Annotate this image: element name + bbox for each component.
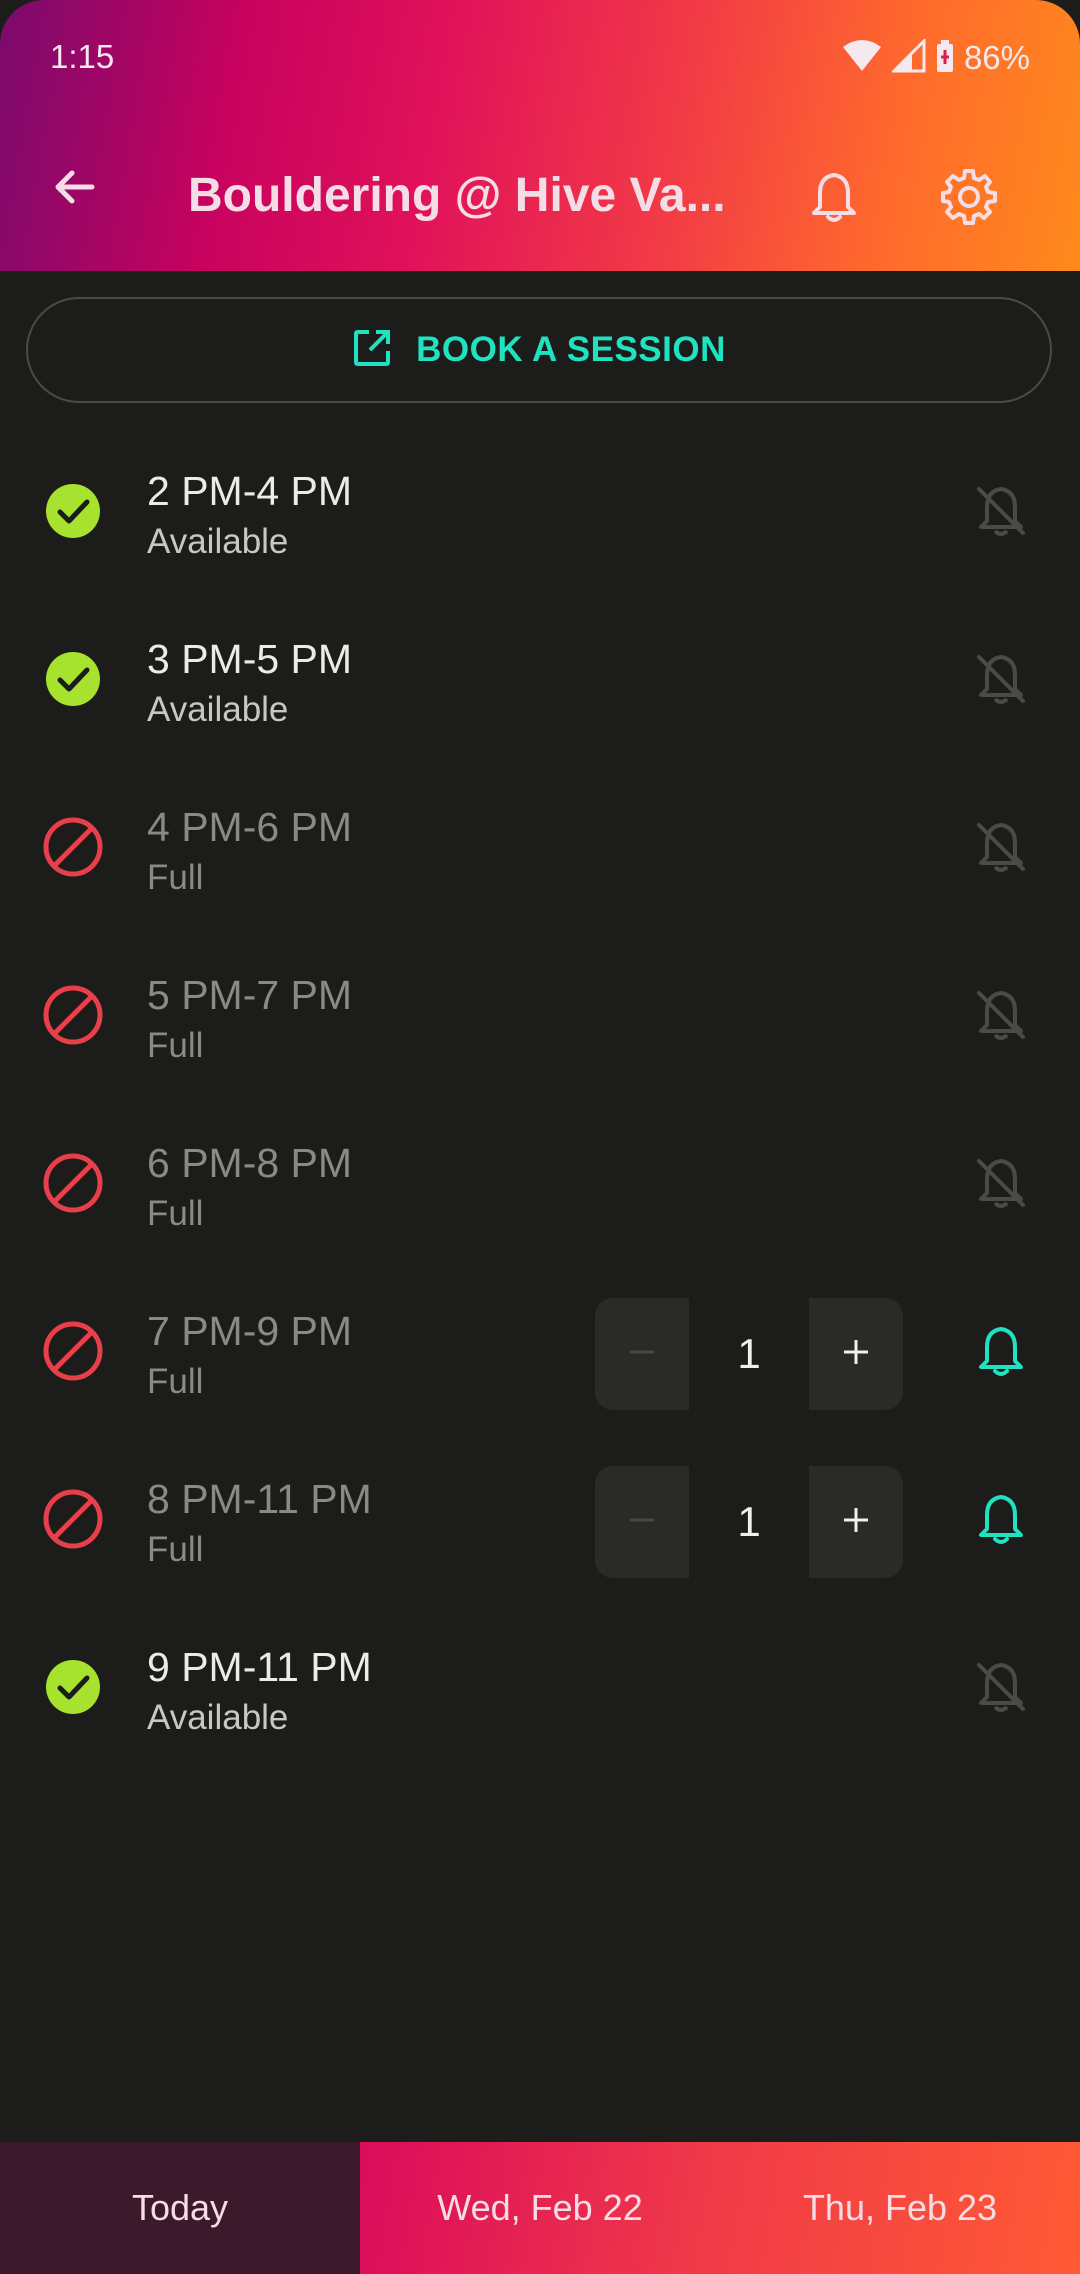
page-title: Bouldering @ Hive Va...	[188, 169, 726, 222]
tab-wed-feb-22[interactable]: Wed, Feb 22	[360, 2142, 720, 2274]
slot-time: 9 PM-11 PM	[147, 1644, 372, 1690]
bell-off-icon[interactable]	[970, 648, 1032, 710]
bell-icon[interactable]	[970, 1320, 1032, 1382]
notifications-button[interactable]	[800, 165, 868, 233]
slot-row[interactable]: 2 PM-4 PM Available	[0, 430, 1080, 598]
plus-icon	[841, 1337, 871, 1372]
slot-status: Full	[147, 1026, 204, 1065]
slot-time: 3 PM-5 PM	[147, 636, 353, 682]
bell-icon[interactable]	[970, 1488, 1032, 1550]
slot-time: 5 PM-7 PM	[147, 972, 353, 1018]
minus-icon	[627, 1337, 657, 1372]
status-time: 1:15	[50, 38, 115, 75]
tab-today[interactable]: Today	[0, 2142, 360, 2274]
toolbar: Bouldering @ Hive Va...	[0, 140, 1080, 250]
block-icon	[42, 1320, 104, 1382]
slot-row[interactable]: 9 PM-11 PM Available	[0, 1606, 1080, 1774]
book-session-label: BOOK A SESSION	[416, 330, 726, 369]
block-icon	[42, 1152, 104, 1214]
slot-status: Full	[147, 858, 204, 897]
status-icons: 86%	[842, 36, 1030, 80]
slot-status: Full	[147, 1362, 204, 1401]
plus-icon	[841, 1505, 871, 1540]
slot-time: 2 PM-4 PM	[147, 468, 353, 514]
battery-icon	[936, 39, 954, 78]
slot-row[interactable]: 4 PM-6 PM Full	[0, 766, 1080, 934]
slot-time: 8 PM-11 PM	[147, 1476, 372, 1522]
tab-thu-feb-23[interactable]: Thu, Feb 23	[720, 2142, 1080, 2274]
settings-button[interactable]	[935, 165, 1003, 233]
slot-row[interactable]: 3 PM-5 PM Available	[0, 598, 1080, 766]
slot-status: Full	[147, 1194, 204, 1233]
battery-percentage: 86%	[963, 39, 1030, 76]
slot-status: Available	[147, 1698, 289, 1737]
check-circle-icon	[42, 1656, 104, 1718]
increment-button[interactable]	[809, 1298, 903, 1410]
slot-row[interactable]: 6 PM-8 PM Full	[0, 1102, 1080, 1270]
quantity-value: 1	[737, 1330, 761, 1377]
wifi-icon	[842, 39, 882, 78]
block-icon	[42, 816, 104, 878]
bell-off-icon[interactable]	[970, 480, 1032, 542]
open-in-new-icon	[352, 328, 392, 373]
cell-signal-icon	[890, 36, 926, 78]
quantity-stepper: 1	[595, 1298, 903, 1410]
slot-time: 7 PM-9 PM	[147, 1308, 353, 1354]
bell-off-icon[interactable]	[970, 1656, 1032, 1718]
arrow-left-icon	[50, 163, 98, 216]
back-button[interactable]	[40, 155, 108, 223]
quantity-value: 1	[737, 1498, 761, 1545]
status-bar: 1:15 86%	[0, 0, 1080, 118]
block-icon	[42, 1488, 104, 1550]
quantity-stepper: 1	[595, 1466, 903, 1578]
slot-row[interactable]: 7 PM-9 PM Full 1	[0, 1270, 1080, 1438]
app-header: 1:15 86% Bouldering @ Hive Va...	[0, 0, 1080, 271]
increment-button[interactable]	[809, 1466, 903, 1578]
slot-row[interactable]: 8 PM-11 PM Full 1	[0, 1438, 1080, 1606]
slot-time: 6 PM-8 PM	[147, 1140, 353, 1186]
bell-off-icon[interactable]	[970, 984, 1032, 1046]
block-icon	[42, 984, 104, 1046]
decrement-button[interactable]	[595, 1298, 689, 1410]
slot-status: Full	[147, 1530, 204, 1569]
slot-status: Available	[147, 522, 289, 561]
bell-icon	[806, 169, 862, 230]
minus-icon	[627, 1505, 657, 1540]
check-circle-icon	[42, 648, 104, 710]
book-session-button[interactable]: BOOK A SESSION	[26, 297, 1052, 403]
bell-off-icon[interactable]	[970, 816, 1032, 878]
check-circle-icon	[42, 480, 104, 542]
decrement-button[interactable]	[595, 1466, 689, 1578]
gear-icon	[941, 168, 997, 230]
slot-time: 4 PM-6 PM	[147, 804, 353, 850]
bell-off-icon[interactable]	[970, 1152, 1032, 1214]
slot-status: Available	[147, 690, 289, 729]
slot-row[interactable]: 5 PM-7 PM Full	[0, 934, 1080, 1102]
date-tabs: Today Wed, Feb 22 Thu, Feb 23	[0, 2142, 1080, 2274]
